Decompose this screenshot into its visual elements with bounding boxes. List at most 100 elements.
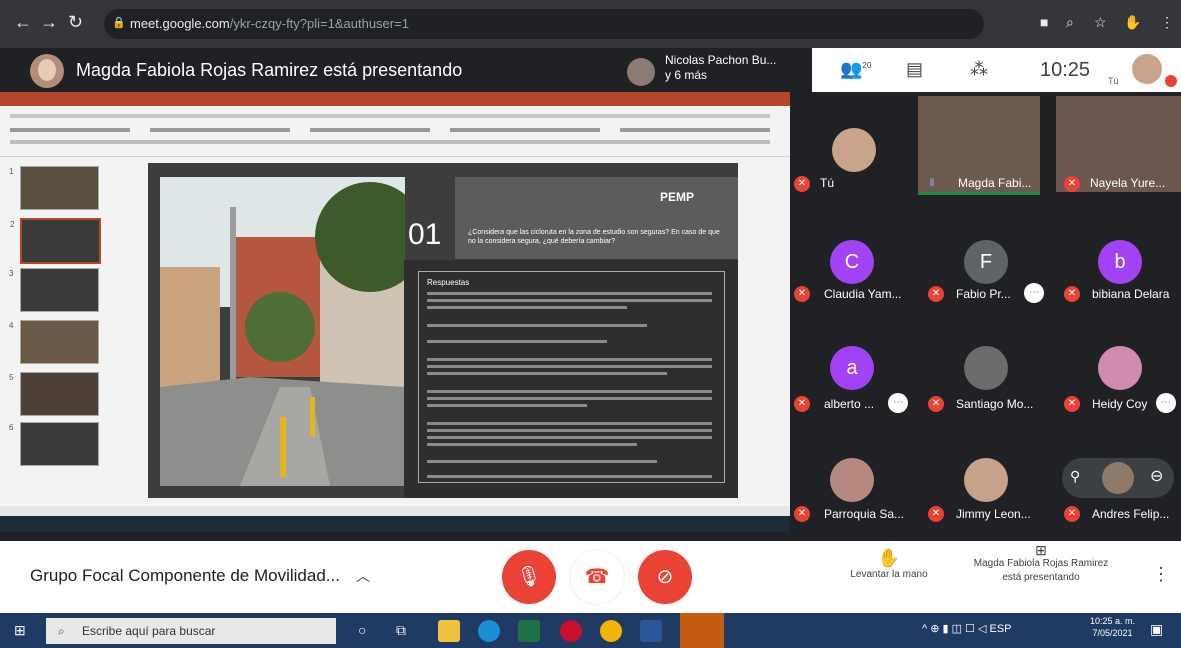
taskbar-search[interactable]: ⌕ Escribe aquí para buscar <box>46 618 336 644</box>
participant-avatar <box>830 458 874 502</box>
participant-tile[interactable]: ✕ Santiago Mo... <box>924 322 1046 418</box>
taskbar-search-placeholder: Escribe aquí para buscar <box>82 624 216 638</box>
camera-off-icon: ⊘ <box>656 566 674 588</box>
pemp-logo: PEMP <box>660 190 695 204</box>
search-icon: ⌕ <box>58 624 65 638</box>
ppt-ribbon <box>0 106 790 157</box>
others-avatar <box>627 58 655 86</box>
leave-call-button[interactable]: ☎ <box>570 550 624 604</box>
more-options-icon[interactable]: ⋯ <box>888 393 908 413</box>
slide-thumbnail[interactable]: 6 <box>9 422 99 466</box>
system-date: 7/05/2021 <box>1092 628 1133 638</box>
participant-name: Fabio Pr... <box>956 287 1011 301</box>
mic-off-icon: ✕ <box>1064 176 1080 192</box>
participant-tile[interactable]: ✕ Heidy Coy ⋯ <box>1058 322 1180 418</box>
hang-up-icon: ☎ <box>584 566 610 588</box>
back-icon[interactable]: ← <box>14 12 32 33</box>
presenting-control[interactable]: ⊞ Magda Fabiola Rojas Ramirez está prese… <box>955 543 1127 585</box>
mic-off-icon: ✕ <box>928 286 944 302</box>
participant-name: Heidy Coy <box>1092 397 1148 411</box>
browser-menu-icon[interactable]: ⋮ <box>1160 14 1174 31</box>
mic-toggle-button[interactable]: 🎙 <box>502 550 556 604</box>
participant-avatar: b <box>1098 240 1142 284</box>
raise-hand-button[interactable]: ✋ Levantar la mano <box>836 548 942 580</box>
windows-start-icon[interactable]: ⊞ <box>14 622 26 639</box>
app-icon[interactable] <box>560 620 582 642</box>
mic-off-icon: ✕ <box>794 396 810 412</box>
zoom-icon[interactable]: ⌕ <box>1066 14 1074 31</box>
presenting-banner: Magda Fabiola Rojas Ramirez está present… <box>76 60 463 80</box>
slide-thumbnail[interactable]: 4 <box>9 320 99 364</box>
slide-thumbnails: 1 2 3 4 5 6 <box>6 160 106 505</box>
participant-avatar <box>964 346 1008 390</box>
meeting-title[interactable]: Grupo Focal Componente de Movilidad... <box>30 566 340 586</box>
remove-icon[interactable]: ⊖ <box>1150 466 1163 486</box>
system-clock[interactable]: 10:25 a. m. 7/05/2021 <box>1090 615 1135 639</box>
participant-avatar <box>1098 346 1142 390</box>
participant-tile[interactable]: ⦀ Magda Fabi... <box>918 96 1040 195</box>
ppt-status-bar <box>0 506 790 516</box>
self-avatar[interactable] <box>1132 54 1162 84</box>
extension-icon[interactable]: ✋ <box>1124 14 1141 31</box>
slide-thumbnail[interactable]: 2 <box>10 218 101 264</box>
system-tray[interactable]: ^ ⊕ ▮ ◫ ☐ ◁ ESP <box>922 622 1012 635</box>
participant-tile[interactable]: F ✕ Fabio Pr... ⋯ <box>924 212 1046 308</box>
people-icon[interactable]: 👥20 <box>840 59 871 80</box>
answer-text-frame[interactable]: Respuestas <box>418 271 725 483</box>
lock-icon[interactable]: 🔒 <box>112 16 126 29</box>
chat-icon[interactable]: ▤ <box>906 59 923 80</box>
slide-number: 01 <box>408 218 442 251</box>
participant-tile[interactable]: ✕ Nayela Yure... <box>1056 96 1181 192</box>
street-photo <box>160 177 405 486</box>
others-label: Nicolas Pachon Bu... y 6 más <box>665 53 776 83</box>
camera-toggle-button[interactable]: ⊘ <box>638 550 692 604</box>
task-view-icon[interactable]: ⧉ <box>396 622 406 639</box>
activities-icon[interactable]: ⁂ <box>970 59 988 80</box>
forward-icon[interactable]: → <box>40 12 58 33</box>
present-icon: ⊞ <box>1035 542 1047 558</box>
pin-icon[interactable]: ⚲ <box>1070 468 1080 485</box>
edge-icon[interactable] <box>478 620 500 642</box>
participant-tile[interactable]: ✕ Tú <box>792 96 914 192</box>
slide-thumbnail[interactable]: 5 <box>9 372 99 416</box>
word-icon[interactable] <box>640 620 662 642</box>
participants-count: 20 <box>862 61 872 70</box>
cortana-icon[interactable]: ○ <box>358 622 366 638</box>
participant-tile[interactable]: b ✕ bibiana Delara <box>1058 212 1180 308</box>
participant-tile[interactable]: C ✕ Claudia Yam... <box>792 212 914 308</box>
more-options-icon[interactable]: ⋯ <box>1024 283 1044 303</box>
participant-name: Nayela Yure... <box>1090 176 1166 190</box>
language-indicator: ESP <box>989 623 1012 635</box>
slide-thumbnail[interactable]: 3 <box>9 268 99 312</box>
hand-icon: ✋ <box>877 548 901 568</box>
mic-off-icon: ✕ <box>794 506 810 522</box>
bookmark-star-icon[interactable]: ☆ <box>1094 14 1107 31</box>
powerpoint-icon[interactable] <box>680 613 724 648</box>
slide-thumbnail[interactable]: 1 <box>9 166 99 210</box>
participant-avatar <box>964 458 1008 502</box>
url-path: /ykr-czqy-fty?pli=1&authuser=1 <box>229 16 409 31</box>
more-options-icon[interactable]: ⋯ <box>1156 393 1176 413</box>
participant-avatar: F <box>964 240 1008 284</box>
mic-off-icon: ✕ <box>1064 396 1080 412</box>
presenter-avatar <box>30 54 64 88</box>
notifications-icon[interactable]: ▣ <box>1150 621 1163 638</box>
mic-off-icon: ✕ <box>794 286 810 302</box>
system-time: 10:25 a. m. <box>1090 616 1136 626</box>
chrome-icon[interactable] <box>600 620 622 642</box>
more-options-icon[interactable]: ⋮ <box>1152 564 1170 585</box>
participant-name: Andres Felip... <box>1092 507 1170 521</box>
participant-tile[interactable]: a ✕ alberto ... ⋯ <box>792 322 914 418</box>
participant-tile[interactable]: ✕ Parroquia Sa... <box>792 432 914 528</box>
address-bar[interactable]: meet.google.com/ykr-czqy-fty?pli=1&authu… <box>104 9 984 39</box>
chevron-up-icon[interactable]: ︿ <box>356 566 370 586</box>
reload-icon[interactable]: ↻ <box>68 12 83 33</box>
camera-icon[interactable]: ■ <box>1040 14 1048 30</box>
mic-off-icon: ✕ <box>928 506 944 522</box>
participant-tile[interactable]: ✕ Jimmy Leon... <box>924 432 1046 528</box>
excel-icon[interactable] <box>518 620 540 642</box>
mic-off-icon: ✕ <box>1064 506 1080 522</box>
participant-tile[interactable]: ⚲ ⊖ ✕ Andres Felip... <box>1058 432 1180 528</box>
participant-avatar <box>1102 462 1134 494</box>
file-explorer-icon[interactable] <box>438 620 460 642</box>
